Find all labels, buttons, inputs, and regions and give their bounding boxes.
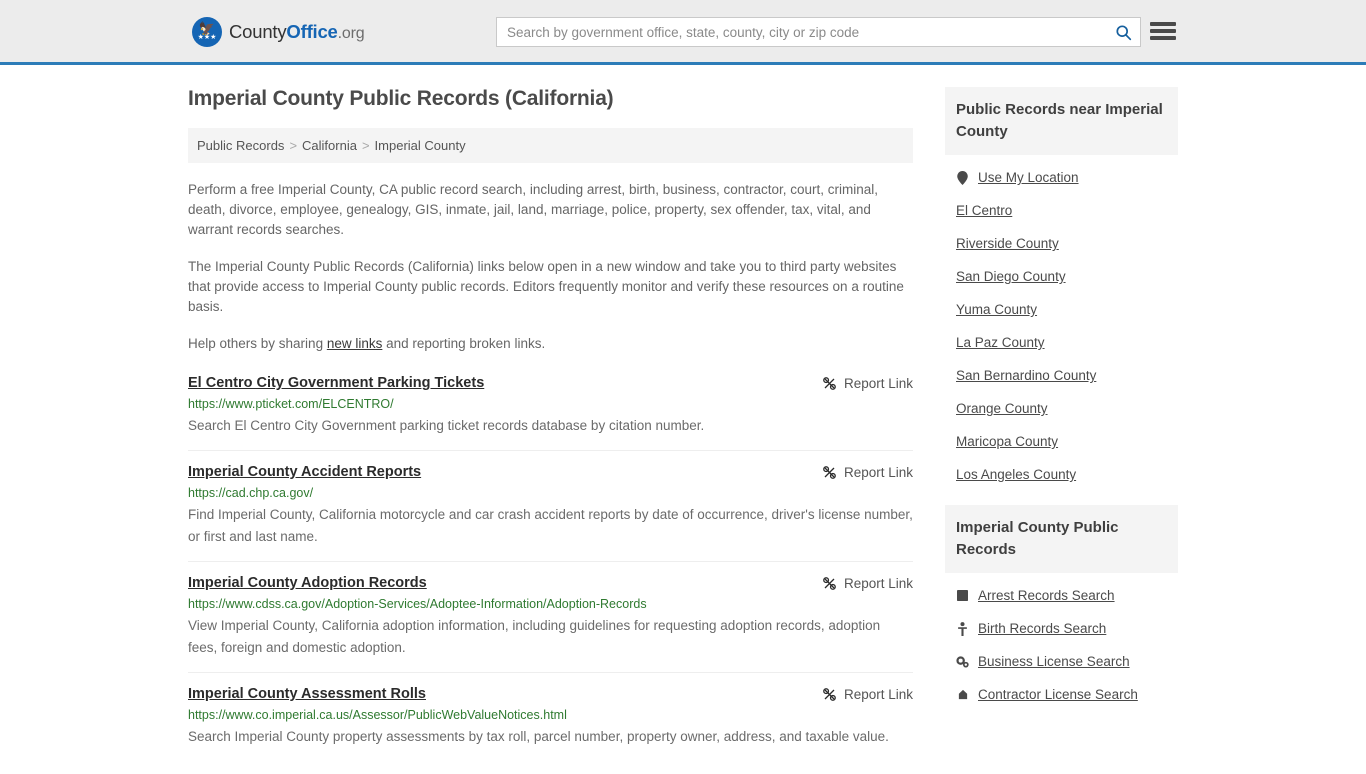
sidebar: Public Records near Imperial County Use … xyxy=(945,87,1178,774)
sidebar-link-label[interactable]: Use My Location xyxy=(978,170,1079,185)
result-title-link[interactable]: Imperial County Adoption Records xyxy=(188,575,427,591)
cogs-icon xyxy=(956,655,969,668)
breadcrumb-item-public-records[interactable]: Public Records xyxy=(197,138,284,153)
result-item: Imperial County Assessment Rolls Report … xyxy=(188,686,913,761)
sidebar-near-list: Use My Location El Centro Riverside Coun… xyxy=(945,161,1178,491)
hamburger-menu-icon[interactable] xyxy=(1150,20,1176,42)
report-link-label: Report Link xyxy=(843,687,913,702)
intro-paragraph-3: Help others by sharing new links and rep… xyxy=(188,334,913,354)
logo-text: CountyOffice.org xyxy=(229,21,365,43)
sidebar-link-label[interactable]: Business License Search xyxy=(978,654,1130,669)
report-link-button[interactable]: Report Link xyxy=(822,464,913,480)
sidebar-item-la-paz-county[interactable]: La Paz County xyxy=(945,326,1178,359)
hard-hat-icon xyxy=(956,689,969,700)
broken-link-icon xyxy=(823,377,836,390)
hamburger-bar xyxy=(1150,22,1176,26)
sidebar-link-label[interactable]: Riverside County xyxy=(956,236,1059,251)
report-link-button[interactable]: Report Link xyxy=(822,575,913,591)
report-link-button[interactable]: Report Link xyxy=(822,686,913,702)
fingerprint-icon xyxy=(956,590,969,601)
results-list: El Centro City Government Parking Ticket… xyxy=(188,375,913,761)
sidebar-heading-records: Imperial County Public Records xyxy=(945,505,1178,573)
sidebar-item-use-my-location[interactable]: Use My Location xyxy=(945,161,1178,194)
sidebar-item-business-license-search[interactable]: Business License Search xyxy=(945,645,1178,678)
hamburger-bar xyxy=(1150,36,1176,40)
site-header: 🦅 ★★★ CountyOffice.org xyxy=(0,0,1366,65)
eagle-glyph: 🦅 xyxy=(198,20,216,36)
help-text-after: and reporting broken links. xyxy=(382,336,546,351)
sidebar-link-label[interactable]: La Paz County xyxy=(956,335,1045,350)
eagle-stars-emblem-icon: 🦅 ★★★ xyxy=(192,17,222,47)
sidebar-link-label[interactable]: Los Angeles County xyxy=(956,467,1076,482)
result-item: Imperial County Accident Reports Report … xyxy=(188,464,913,562)
sidebar-item-birth-records-search[interactable]: Birth Records Search xyxy=(945,612,1178,645)
result-url[interactable]: https://www.pticket.com/ELCENTRO/ xyxy=(188,397,913,411)
site-logo[interactable]: 🦅 ★★★ CountyOffice.org xyxy=(192,17,365,47)
sidebar-link-label[interactable]: Maricopa County xyxy=(956,434,1058,449)
sidebar-link-label[interactable]: Orange County xyxy=(956,401,1048,416)
page-title: Imperial County Public Records (Californ… xyxy=(188,87,614,110)
map-pin-icon xyxy=(956,170,969,185)
result-description: Search El Centro City Government parking… xyxy=(188,418,705,433)
intro-paragraph-2: The Imperial County Public Records (Cali… xyxy=(188,259,904,314)
result-url[interactable]: https://cad.chp.ca.gov/ xyxy=(188,486,913,500)
sidebar-item-el-centro[interactable]: El Centro xyxy=(945,194,1178,227)
logo-text-part2: Office xyxy=(286,21,338,42)
sidebar-item-maricopa-county[interactable]: Maricopa County xyxy=(945,425,1178,458)
sidebar-item-arrest-records-search[interactable]: Arrest Records Search xyxy=(945,579,1178,612)
sidebar-item-san-bernardino-county[interactable]: San Bernardino County xyxy=(945,359,1178,392)
sidebar-link-label[interactable]: San Bernardino County xyxy=(956,368,1096,383)
result-url[interactable]: https://www.cdss.ca.gov/Adoption-Service… xyxy=(188,597,913,611)
broken-link-icon xyxy=(823,688,836,701)
new-links-link[interactable]: new links xyxy=(327,336,383,351)
sidebar-link-label[interactable]: Yuma County xyxy=(956,302,1037,317)
sidebar-link-label[interactable]: San Diego County xyxy=(956,269,1066,284)
main-content: Imperial County Public Records (Californ… xyxy=(188,87,913,774)
result-description: Search Imperial County property assessme… xyxy=(188,729,889,744)
search-button[interactable] xyxy=(1106,18,1140,46)
sidebar-item-los-angeles-county[interactable]: Los Angeles County xyxy=(945,458,1178,491)
result-description: View Imperial County, California adoptio… xyxy=(188,618,881,655)
baby-icon xyxy=(956,621,969,636)
result-url[interactable]: https://www.co.imperial.ca.us/Assessor/P… xyxy=(188,708,913,722)
report-link-label: Report Link xyxy=(843,576,913,591)
breadcrumb: Public Records > California > Imperial Count… xyxy=(188,128,913,163)
sidebar-item-orange-county[interactable]: Orange County xyxy=(945,392,1178,425)
sidebar-link-label[interactable]: Birth Records Search xyxy=(978,621,1106,636)
result-description: Find Imperial County, California motorcy… xyxy=(188,507,913,544)
result-item: Imperial County Adoption Records Report … xyxy=(188,575,913,673)
broken-link-icon xyxy=(823,577,836,590)
intro-paragraph-1: Perform a free Imperial County, CA publi… xyxy=(188,182,879,237)
report-link-label: Report Link xyxy=(843,465,913,480)
result-title-link[interactable]: Imperial County Accident Reports xyxy=(188,464,421,480)
page-body: Imperial County Public Records (Californ… xyxy=(0,65,1366,774)
sidebar-link-label[interactable]: Contractor License Search xyxy=(978,687,1138,702)
breadcrumb-item-imperial-county[interactable]: Imperial County xyxy=(375,138,466,153)
search-input[interactable] xyxy=(497,24,1106,40)
sidebar-heading-near: Public Records near Imperial County xyxy=(945,87,1178,155)
search-icon xyxy=(1115,24,1131,40)
result-title-link[interactable]: Imperial County Assessment Rolls xyxy=(188,686,426,702)
breadcrumb-separator: > xyxy=(361,138,370,153)
sidebar-link-label[interactable]: Arrest Records Search xyxy=(978,588,1115,603)
hamburger-bar xyxy=(1150,29,1176,33)
breadcrumb-separator: > xyxy=(289,138,298,153)
result-item: El Centro City Government Parking Ticket… xyxy=(188,375,913,451)
result-title-link[interactable]: El Centro City Government Parking Ticket… xyxy=(188,375,484,391)
sidebar-item-san-diego-county[interactable]: San Diego County xyxy=(945,260,1178,293)
help-text-before: Help others by sharing xyxy=(188,336,327,351)
report-link-button[interactable]: Report Link xyxy=(822,375,913,391)
report-link-label: Report Link xyxy=(843,376,913,391)
search-bar[interactable] xyxy=(496,17,1141,47)
sidebar-item-riverside-county[interactable]: Riverside County xyxy=(945,227,1178,260)
logo-text-part1: County xyxy=(229,21,287,42)
broken-link-icon xyxy=(823,466,836,479)
sidebar-link-label[interactable]: El Centro xyxy=(956,203,1012,218)
sidebar-item-contractor-license-search[interactable]: Contractor License Search xyxy=(945,678,1178,711)
sidebar-records-list: Arrest Records Search Birth Records Sear… xyxy=(945,579,1178,711)
sidebar-item-yuma-county[interactable]: Yuma County xyxy=(945,293,1178,326)
breadcrumb-item-california[interactable]: California xyxy=(302,138,357,153)
logo-text-part3: .org xyxy=(337,25,365,42)
stars-glyph: ★★★ xyxy=(197,33,217,41)
